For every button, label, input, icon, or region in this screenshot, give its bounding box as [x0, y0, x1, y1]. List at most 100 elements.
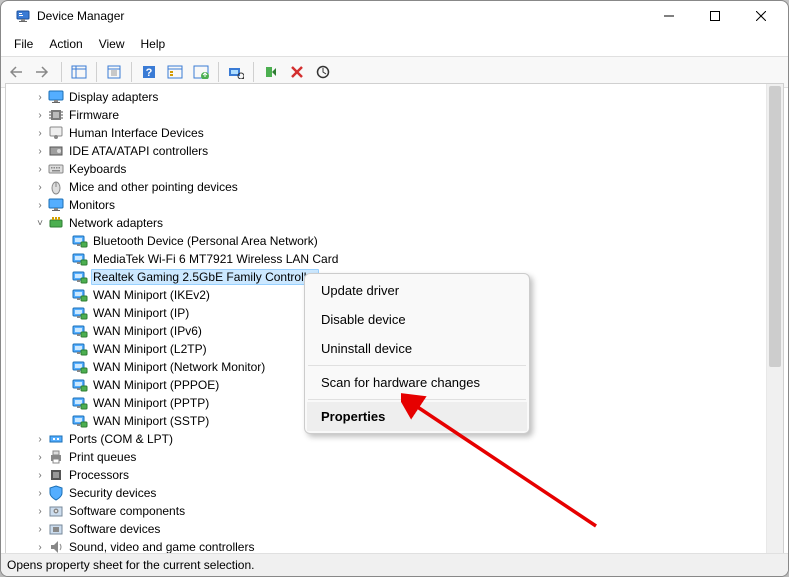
- svg-text:?: ?: [146, 67, 153, 79]
- device-label: WAN Miniport (PPTP): [91, 396, 211, 410]
- category-icon: [48, 143, 64, 159]
- update-driver-button[interactable]: [188, 60, 214, 84]
- device-label: WAN Miniport (IP): [91, 306, 191, 320]
- chevron-right-icon[interactable]: ›: [34, 128, 46, 139]
- network-adapter-icon: [72, 287, 88, 303]
- uninstall-device-button[interactable]: [284, 60, 310, 84]
- properties-button[interactable]: [101, 60, 127, 84]
- device-label: MediaTek Wi-Fi 6 MT7921 Wireless LAN Car…: [91, 252, 340, 266]
- device-label: WAN Miniport (IKEv2): [91, 288, 212, 302]
- chevron-right-icon[interactable]: ›: [34, 452, 46, 463]
- close-button[interactable]: [738, 1, 784, 31]
- scan-hardware-button[interactable]: [223, 60, 249, 84]
- tree-category[interactable]: › Sound, video and game controllers: [6, 538, 767, 553]
- tree-category[interactable]: › IDE ATA/ATAPI controllers: [6, 142, 767, 160]
- context-menu-item[interactable]: Uninstall device: [307, 334, 527, 363]
- tree-category[interactable]: › Mice and other pointing devices: [6, 178, 767, 196]
- context-menu-item[interactable]: Scan for hardware changes: [307, 368, 527, 397]
- toolbar-separator: [253, 62, 254, 82]
- device-label: WAN Miniport (SSTP): [91, 414, 211, 428]
- tree-category[interactable]: ›Software devices: [6, 520, 767, 538]
- category-label: Firmware: [67, 108, 121, 122]
- action-list-button[interactable]: [162, 60, 188, 84]
- chevron-right-icon[interactable]: ›: [34, 434, 46, 445]
- help-button[interactable]: ?: [136, 60, 162, 84]
- menubar: File Action View Help: [1, 31, 788, 56]
- device-label: WAN Miniport (PPPOE): [91, 378, 221, 392]
- category-label: Monitors: [67, 198, 117, 212]
- show-hide-tree-button[interactable]: [66, 60, 92, 84]
- chevron-right-icon[interactable]: ›: [34, 200, 46, 211]
- chevron-right-icon[interactable]: ›: [34, 542, 46, 553]
- tree-category[interactable]: › Processors: [6, 466, 767, 484]
- tree-device[interactable]: MediaTek Wi-Fi 6 MT7921 Wireless LAN Car…: [6, 250, 767, 268]
- chevron-right-icon[interactable]: ›: [34, 92, 46, 103]
- network-adapter-icon: [72, 359, 88, 375]
- category-label: Mice and other pointing devices: [67, 180, 240, 194]
- category-icon: [48, 125, 64, 141]
- context-menu-item[interactable]: Update driver: [307, 276, 527, 305]
- scrollbar-thumb[interactable]: [769, 86, 781, 367]
- context-menu-item[interactable]: Properties: [307, 402, 527, 431]
- chevron-right-icon[interactable]: ›: [34, 110, 46, 121]
- nav-forward-button[interactable]: [31, 60, 57, 84]
- category-icon: [48, 449, 64, 465]
- toolbar-separator: [61, 62, 62, 82]
- menu-view[interactable]: View: [92, 35, 132, 53]
- chevron-down-icon[interactable]: ˅: [34, 218, 46, 229]
- category-icon: [48, 485, 64, 501]
- device-label: WAN Miniport (IPv6): [91, 324, 204, 338]
- chevron-right-icon[interactable]: ›: [34, 164, 46, 175]
- category-label: IDE ATA/ATAPI controllers: [67, 144, 210, 158]
- chevron-right-icon[interactable]: ›: [34, 506, 46, 517]
- category-label: Processors: [67, 468, 131, 482]
- chevron-right-icon[interactable]: ›: [34, 182, 46, 193]
- tree-category[interactable]: › Firmware: [6, 106, 767, 124]
- network-adapter-icon: [72, 251, 88, 267]
- minimize-button[interactable]: [646, 1, 692, 31]
- tree-category[interactable]: › Monitors: [6, 196, 767, 214]
- category-icon: [48, 89, 64, 105]
- device-manager-window: Device Manager File Action View Help ? ›…: [0, 0, 789, 577]
- tree-category[interactable]: ˅ Network adapters: [6, 214, 767, 232]
- statusbar: Opens property sheet for the current sel…: [1, 553, 788, 576]
- tree-category[interactable]: ›Human Interface Devices: [6, 124, 767, 142]
- chevron-right-icon[interactable]: ›: [34, 488, 46, 499]
- toolbar-separator: [131, 62, 132, 82]
- network-adapter-icon: [72, 377, 88, 393]
- chevron-right-icon[interactable]: ›: [34, 146, 46, 157]
- category-label: Keyboards: [67, 162, 128, 176]
- menu-file[interactable]: File: [7, 35, 40, 53]
- tree-device[interactable]: Bluetooth Device (Personal Area Network): [6, 232, 767, 250]
- nav-back-button[interactable]: [5, 60, 31, 84]
- app-icon: [15, 8, 31, 24]
- category-icon: [48, 467, 64, 483]
- vertical-scrollbar[interactable]: [766, 84, 783, 553]
- tree-category[interactable]: › Software components: [6, 502, 767, 520]
- toolbar-separator: [218, 62, 219, 82]
- context-menu-separator: [308, 365, 526, 366]
- context-menu-separator: [308, 399, 526, 400]
- tree-category[interactable]: › Print queues: [6, 448, 767, 466]
- device-label: WAN Miniport (L2TP): [91, 342, 209, 356]
- device-label: Realtek Gaming 2.5GbE Family Controller: [91, 269, 319, 285]
- enable-device-button[interactable]: [258, 60, 284, 84]
- tree-category[interactable]: › Keyboards: [6, 160, 767, 178]
- tree-category[interactable]: ›Security devices: [6, 484, 767, 502]
- category-label: Software components: [67, 504, 187, 518]
- context-menu: Update driverDisable deviceUninstall dev…: [304, 273, 530, 434]
- chevron-right-icon[interactable]: ›: [34, 524, 46, 535]
- context-menu-item[interactable]: Disable device: [307, 305, 527, 334]
- network-adapter-icon: [72, 395, 88, 411]
- chevron-right-icon[interactable]: ›: [34, 470, 46, 481]
- category-label: Display adapters: [67, 90, 160, 104]
- disable-device-button[interactable]: [310, 60, 336, 84]
- category-icon: [48, 161, 64, 177]
- category-label: Sound, video and game controllers: [67, 540, 256, 553]
- category-label: Print queues: [67, 450, 138, 464]
- menu-action[interactable]: Action: [42, 35, 89, 53]
- maximize-button[interactable]: [692, 1, 738, 31]
- category-label: Network adapters: [67, 216, 165, 230]
- tree-category[interactable]: › Display adapters: [6, 88, 767, 106]
- menu-help[interactable]: Help: [134, 35, 173, 53]
